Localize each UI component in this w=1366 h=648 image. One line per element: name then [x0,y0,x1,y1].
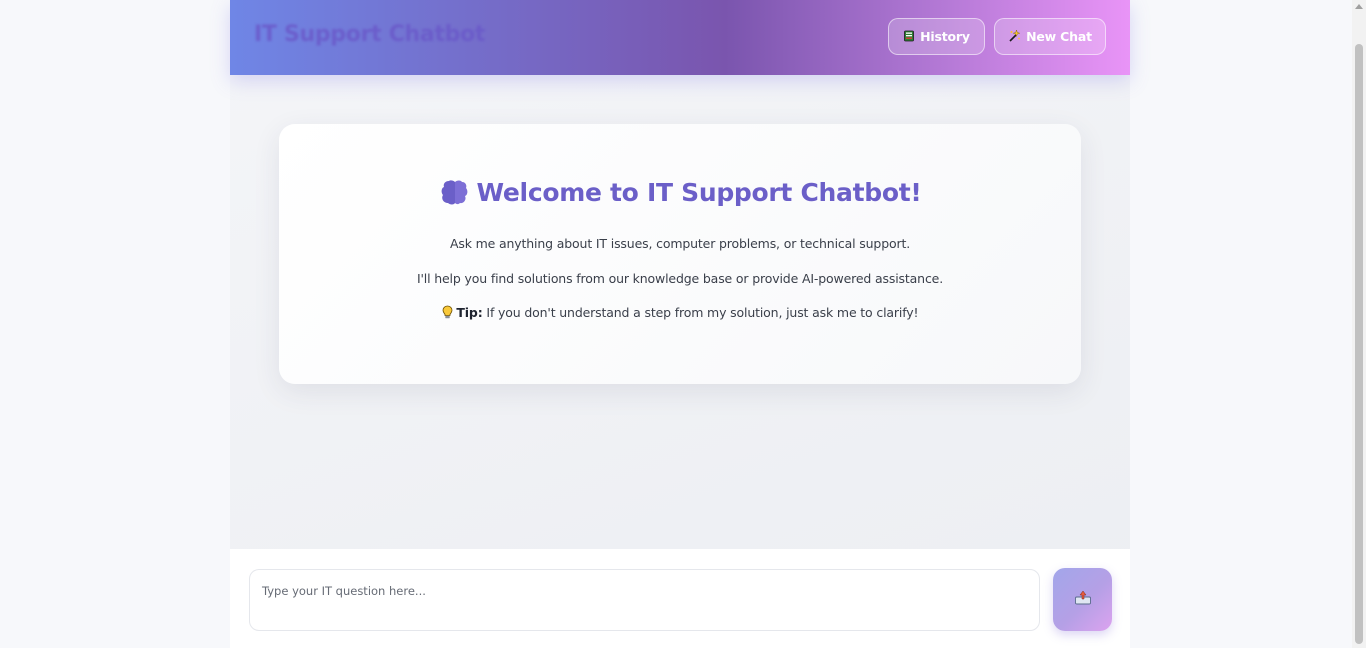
history-button[interactable]: History [888,18,985,55]
scroll-up-arrow-icon[interactable] [1355,4,1363,9]
welcome-card: Welcome to IT Support Chatbot! Ask me an… [279,124,1081,384]
page-scrollbar[interactable] [1352,0,1366,648]
app-title: IT Support Chatbot [254,22,486,47]
browser-viewport: IT Support Chatbot History New Chat Welc… [0,0,1366,648]
new-chat-button[interactable]: New Chat [994,18,1106,55]
tip-line: Tip: If you don't understand a step from… [279,305,1081,320]
welcome-line-2: I'll help you find solutions from our kn… [416,271,944,286]
history-label: History [920,29,970,44]
tip-text: If you don't understand a step from my s… [482,305,919,320]
tip-label: Tip: [456,305,483,320]
app-header: IT Support Chatbot History New Chat [230,0,1130,75]
lightbulb-icon [442,305,457,320]
brain-icon [439,177,469,207]
sparkle-icon [1008,29,1021,44]
welcome-heading: Welcome to IT Support Chatbot! [279,177,1081,207]
welcome-line-1: Ask me anything about IT issues, compute… [449,236,911,251]
composer-bar [230,549,1130,648]
new-chat-label: New Chat [1026,29,1092,44]
question-input[interactable] [249,569,1040,631]
send-button[interactable] [1053,568,1112,631]
send-tray-icon [1074,590,1092,609]
chat-app: IT Support Chatbot History New Chat Welc… [230,0,1130,648]
welcome-title-text: Welcome to IT Support Chatbot! [476,177,922,207]
scroll-thumb[interactable] [1355,44,1363,644]
ledger-icon [903,30,915,44]
